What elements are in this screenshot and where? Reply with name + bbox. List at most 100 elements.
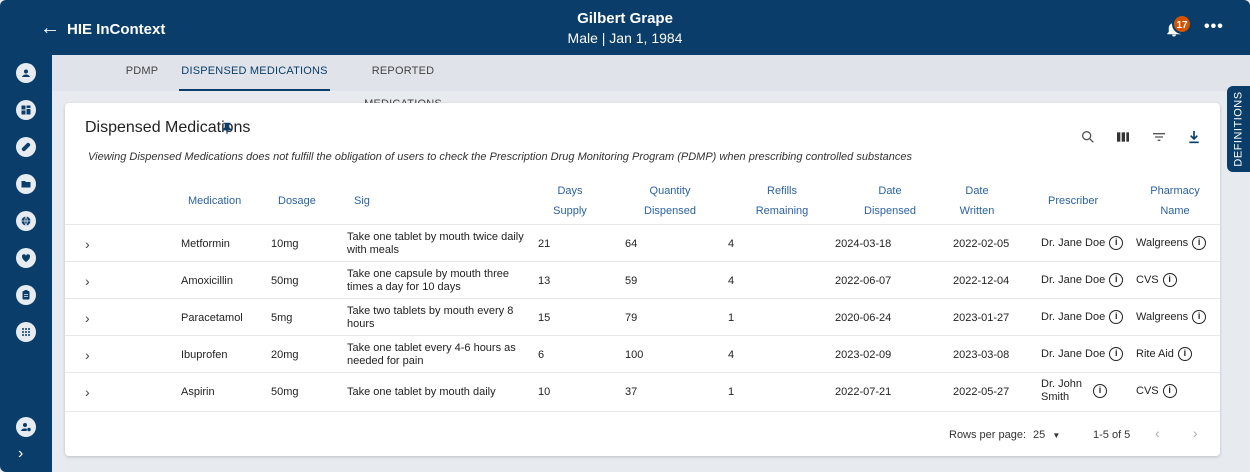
filter-icon[interactable] xyxy=(1151,129,1167,145)
globe-icon[interactable] xyxy=(16,211,36,231)
rows-per-page-select[interactable]: 25 ▼ xyxy=(1033,429,1060,441)
cell-date-written: 2022-05-27 xyxy=(953,386,1010,398)
info-icon[interactable]: i xyxy=(1109,236,1124,250)
cell-refills: 4 xyxy=(728,275,735,287)
cell-date-dispensed: 2023-02-09 xyxy=(835,349,892,361)
cell-refills: 4 xyxy=(728,238,735,250)
table-row[interactable]: › Paracetamol 5mg Take two tablets by mo… xyxy=(65,298,1220,335)
cell-date-dispensed: 2020-06-24 xyxy=(835,312,892,324)
info-icon[interactable]: i xyxy=(1109,347,1124,361)
expand-row-chevron-icon[interactable]: › xyxy=(85,384,90,400)
definitions-tab[interactable]: DEFINITIONS xyxy=(1227,86,1250,172)
header-pharmacy-name[interactable]: Pharmacy Name xyxy=(1140,181,1210,221)
header-date-written[interactable]: Date Written xyxy=(947,181,1007,221)
header-sig[interactable]: Sig xyxy=(354,191,370,211)
download-icon[interactable] xyxy=(1186,129,1202,145)
cell-refills: 1 xyxy=(728,386,735,398)
search-icon[interactable] xyxy=(1080,129,1096,145)
user-settings-icon[interactable] xyxy=(16,417,36,437)
cell-date-written: 2022-02-05 xyxy=(953,238,1010,250)
info-icon[interactable]: i xyxy=(1109,310,1124,324)
cell-sig: Take two tablets by mouth every 8 hours xyxy=(347,305,514,330)
left-navigation-rail: › xyxy=(0,55,52,472)
cell-pharmacy: Walgreens i xyxy=(1136,310,1207,324)
header-date-dispensed[interactable]: Date Dispensed xyxy=(855,181,925,221)
cell-days-supply: 15 xyxy=(538,312,551,324)
cell-medication: Paracetamol xyxy=(181,312,243,324)
cell-prescriber: Dr. Jane Doe i xyxy=(1041,273,1124,287)
cell-days-supply: 21 xyxy=(538,238,551,250)
patient-name: Gilbert Grape xyxy=(577,10,673,27)
next-page-icon[interactable]: › xyxy=(1193,425,1198,441)
info-icon[interactable]: i xyxy=(1192,236,1207,250)
info-icon[interactable]: i xyxy=(1177,347,1192,361)
tab-reported-medications[interactable]: REPORTED MEDICATIONS xyxy=(336,55,470,110)
cell-dosage: 50mg xyxy=(271,275,299,287)
patient-header: Gilbert Grape Male | Jan 1, 1984 xyxy=(0,10,1250,48)
table-footer-divider xyxy=(65,411,1220,412)
header-refills-remaining[interactable]: Refills Remaining xyxy=(747,181,817,221)
dashboard-icon[interactable] xyxy=(16,100,36,120)
cell-quantity: 59 xyxy=(625,275,638,287)
pin-icon[interactable] xyxy=(220,121,234,135)
cell-dosage: 20mg xyxy=(271,349,299,361)
info-icon[interactable]: i xyxy=(1109,273,1124,287)
cell-prescriber: Dr. Jane Doe i xyxy=(1041,236,1124,250)
tab-pdmp[interactable]: PDMP xyxy=(112,55,172,91)
expand-row-chevron-icon[interactable]: › xyxy=(85,310,90,326)
expand-row-chevron-icon[interactable]: › xyxy=(85,273,90,289)
header-quantity-dispensed[interactable]: Quantity Dispensed xyxy=(635,181,705,221)
cell-refills: 4 xyxy=(728,349,735,361)
clipboard-icon[interactable] xyxy=(16,285,36,305)
patient-meta: Male | Jan 1, 1984 xyxy=(567,30,683,46)
header-prescriber[interactable]: Prescriber xyxy=(1048,191,1098,211)
table-row[interactable]: › Ibuprofen 20mg Take one tablet every 4… xyxy=(65,335,1220,372)
tab-bar: PDMP DISPENSED MEDICATIONS REPORTED MEDI… xyxy=(52,55,1250,110)
cell-quantity: 79 xyxy=(625,312,638,324)
expand-rail-chevron-icon[interactable]: › xyxy=(18,445,23,463)
header-days-supply[interactable]: Days Supply xyxy=(545,181,595,221)
tab-dispensed-medications[interactable]: DISPENSED MEDICATIONS xyxy=(179,55,330,91)
cell-sig: Take one tablet by mouth twice daily wit… xyxy=(347,231,524,256)
table-row[interactable]: › Amoxicillin 50mg Take one capsule by m… xyxy=(65,261,1220,298)
cell-pharmacy: Walgreens i xyxy=(1136,236,1207,250)
more-options-icon[interactable]: ••• xyxy=(1204,18,1224,36)
apps-grid-icon[interactable] xyxy=(16,322,36,342)
columns-icon[interactable] xyxy=(1115,129,1131,145)
cell-quantity: 64 xyxy=(625,238,638,250)
cell-pharmacy: Rite Aid i xyxy=(1136,347,1192,361)
expand-row-chevron-icon[interactable]: › xyxy=(85,236,90,252)
header-dosage[interactable]: Dosage xyxy=(278,191,316,211)
cell-sig: Take one tablet by mouth daily xyxy=(347,386,496,398)
cell-medication: Amoxicillin xyxy=(181,275,233,287)
header-medication[interactable]: Medication xyxy=(188,191,241,211)
cell-sig: Take one capsule by mouth three times a … xyxy=(347,268,510,293)
cell-medication: Aspirin xyxy=(181,386,215,398)
health-heart-icon[interactable] xyxy=(16,248,36,268)
app-window: ← HIE InContext Gilbert Grape Male | Jan… xyxy=(0,0,1250,472)
cell-days-supply: 10 xyxy=(538,386,551,398)
info-icon[interactable]: i xyxy=(1093,384,1107,398)
cell-pharmacy: CVS i xyxy=(1136,273,1177,287)
cell-sig: Take one tablet every 4-6 hours as neede… xyxy=(347,342,516,367)
medication-pill-icon[interactable] xyxy=(16,137,36,157)
table-row[interactable]: › Aspirin 50mg Take one tablet by mouth … xyxy=(65,372,1220,409)
info-icon[interactable]: i xyxy=(1162,273,1177,287)
info-icon[interactable]: i xyxy=(1192,310,1207,324)
profile-icon[interactable] xyxy=(16,63,36,83)
dropdown-caret-icon: ▼ xyxy=(1052,431,1061,440)
cell-pharmacy: CVS i xyxy=(1136,384,1177,398)
cell-medication: Metformin xyxy=(181,238,230,250)
expand-row-chevron-icon[interactable]: › xyxy=(85,347,90,363)
pagination-range: 1-5 of 5 xyxy=(1093,429,1131,441)
cell-date-written: 2023-01-27 xyxy=(953,312,1010,324)
pdmp-notice: Viewing Dispensed Medications does not f… xyxy=(88,151,912,163)
folder-icon[interactable] xyxy=(16,174,36,194)
cell-dosage: 50mg xyxy=(271,386,299,398)
dispensed-medications-card: Dispensed Medications Viewing Dispensed … xyxy=(65,103,1220,456)
info-icon[interactable]: i xyxy=(1162,384,1177,398)
cell-date-dispensed: 2024-03-18 xyxy=(835,238,892,250)
table-row[interactable]: › Metformin 10mg Take one tablet by mout… xyxy=(65,224,1220,261)
previous-page-icon[interactable]: ‹ xyxy=(1155,425,1160,441)
cell-quantity: 100 xyxy=(625,349,644,361)
